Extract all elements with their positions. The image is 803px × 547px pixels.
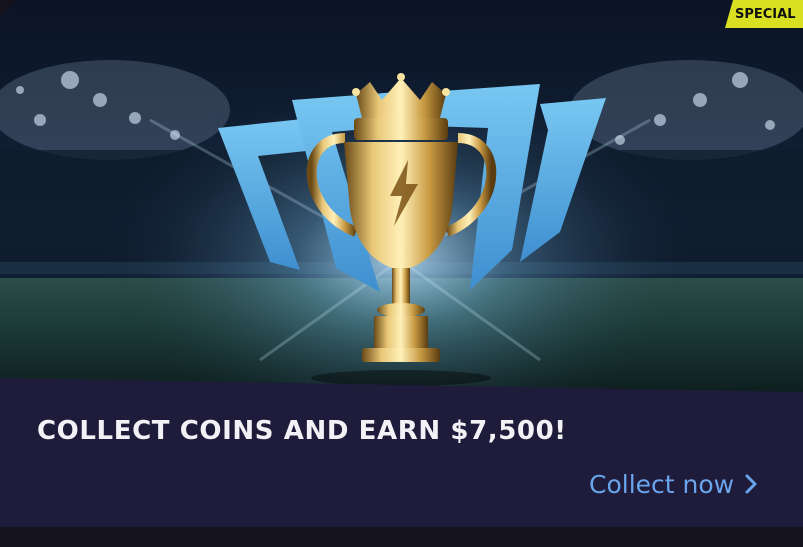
promo-headline: COLLECT COINS AND EARN $7,500! — [37, 416, 567, 446]
collect-now-link[interactable]: Collect now — [589, 466, 758, 502]
hero-image — [0, 0, 803, 400]
promo-card[interactable]: COLLECT COINS AND EARN $7,500! Collect n… — [0, 0, 803, 527]
chevron-right-icon — [744, 473, 758, 495]
collect-now-label: Collect now — [589, 469, 735, 499]
page-background — [0, 527, 803, 547]
promo-text-panel — [0, 378, 803, 527]
special-badge: SPECIAL — [725, 0, 803, 28]
